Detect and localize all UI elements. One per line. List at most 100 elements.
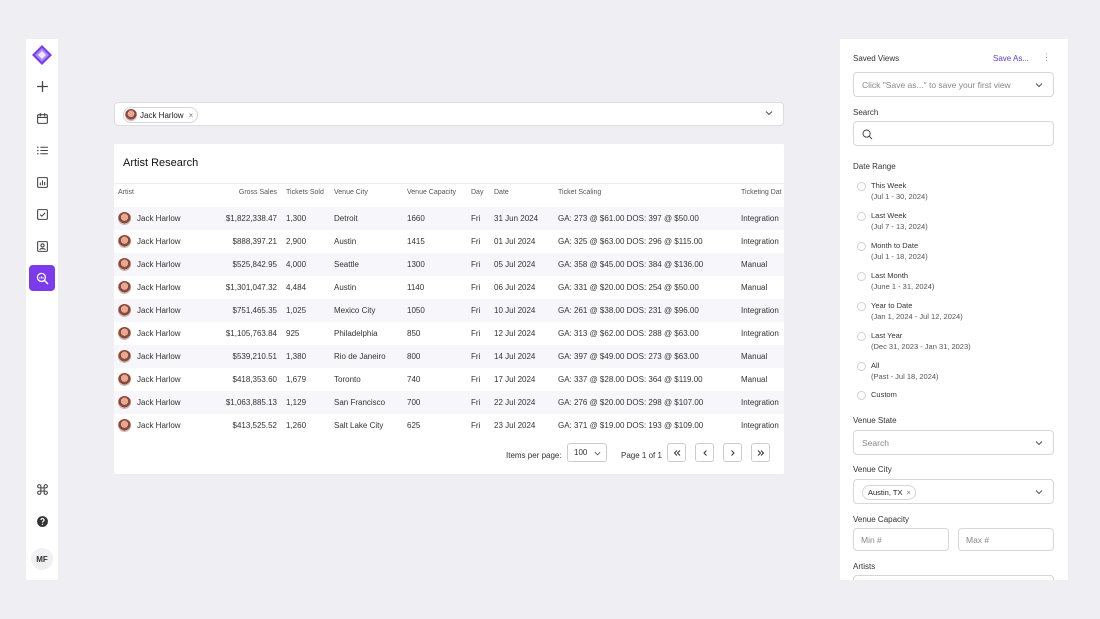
table-row[interactable]: Jack Harlow $525,842.95 4,000 Seattle 1300 Fr… — [114, 253, 784, 276]
table-row[interactable]: Jack Harlow $1,822,338.47 1,300 Detroit 1660… — [114, 207, 784, 230]
saved-views-select[interactable]: Click "Save as..." to save your first vi… — [853, 72, 1054, 97]
remove-chip-icon[interactable]: × — [189, 111, 194, 120]
table-cell: 1140 — [407, 283, 425, 292]
first-page-button[interactable] — [667, 443, 686, 462]
nav-reports-button[interactable] — [29, 169, 55, 195]
min-placeholder: Min # — [861, 535, 882, 545]
date-range-option-title[interactable]: This Week — [871, 181, 906, 190]
col-header[interactable]: Date — [494, 184, 558, 201]
table-row[interactable]: Jack Harlow $1,063,885.13 1,129 San Francis… — [114, 391, 784, 414]
table-row[interactable]: Jack Harlow $418,353.60 1,679 Toronto 740 Fri… — [114, 368, 784, 391]
date-range-option-title[interactable]: Year to Date — [871, 301, 912, 310]
chart-icon — [36, 176, 48, 188]
venue-state-select[interactable]: Search — [853, 430, 1054, 455]
last-page-button[interactable] — [751, 443, 770, 462]
max-capacity-input[interactable]: Max # — [958, 528, 1054, 551]
date-range-radio[interactable] — [857, 362, 866, 371]
date-range-option-title[interactable]: Custom — [871, 390, 897, 399]
min-capacity-input[interactable]: Min # — [853, 528, 949, 551]
date-range-radio[interactable] — [857, 332, 866, 341]
table-cell: Toronto — [334, 375, 361, 384]
col-header[interactable]: Tickets Sold — [286, 184, 334, 201]
col-header[interactable]: Gross Sales — [218, 184, 286, 201]
table-cell: Fri — [471, 299, 494, 322]
user-avatar[interactable]: MF — [31, 548, 53, 570]
col-header[interactable]: Venue Capacity — [407, 184, 471, 201]
nav-add-button[interactable] — [29, 73, 55, 99]
col-header[interactable]: Day — [471, 184, 494, 201]
app-logo-icon[interactable] — [31, 44, 53, 66]
artist-name: Jack Harlow — [137, 306, 181, 315]
nav-command-button[interactable] — [29, 476, 55, 502]
date-range-radio[interactable] — [857, 212, 866, 221]
date-range-radio[interactable] — [857, 272, 866, 281]
card-title: Artist Research — [123, 157, 199, 169]
date-range-option-title[interactable]: Last Year — [871, 331, 902, 340]
artist-avatar — [118, 304, 131, 317]
table-cell: $888,397.21 — [232, 237, 278, 246]
col-header[interactable]: Ticket Scaling — [558, 184, 741, 201]
pagination-bar: Items per page: 100 Page 1 of 1 — [114, 441, 784, 467]
nav-list-button[interactable] — [29, 137, 55, 163]
artist-name: Jack Harlow — [137, 398, 181, 407]
nav-tasks-button[interactable] — [29, 201, 55, 227]
date-range-option-title[interactable]: All — [871, 361, 879, 370]
list-icon — [36, 145, 48, 155]
table-cell: Mexico City — [334, 299, 407, 322]
next-page-button[interactable] — [723, 443, 742, 462]
table-cell: $1,822,338.47 — [218, 207, 286, 230]
table-cell: 1050 — [407, 299, 471, 322]
col-header[interactable]: Venue City — [334, 184, 407, 201]
col-header[interactable]: Artist — [114, 184, 218, 201]
date-range-option-sub: (Past - Jul 18, 2024) — [871, 372, 939, 381]
table-cell: 10 Jul 2024 — [494, 299, 558, 322]
table-row[interactable]: Jack Harlow $539,210.51 1,380 Rio de Janeir… — [114, 345, 784, 368]
table-cell: 06 Jul 2024 — [494, 283, 536, 292]
table-cell: Fri — [471, 283, 481, 292]
artist-name: Jack Harlow — [137, 329, 181, 338]
artist-filter-select[interactable]: Jack Harlow × — [114, 102, 784, 126]
date-range-option-title[interactable]: Last Week — [871, 211, 906, 220]
date-range-radio[interactable] — [857, 242, 866, 251]
table-row[interactable]: Jack Harlow $1,301,047.32 4,484 Austin 1140 F… — [114, 276, 784, 299]
table-row[interactable]: Jack Harlow $413,525.52 1,260 Salt Lake Cit… — [114, 414, 784, 437]
venue-capacity-label: Venue Capacity — [853, 515, 910, 524]
search-input[interactable] — [853, 121, 1054, 146]
table-cell: 740 — [407, 375, 421, 384]
nav-artist-research-button[interactable] — [29, 265, 55, 291]
table-row[interactable]: Jack Harlow $751,465.35 1,025 Mexico City 10… — [114, 299, 784, 322]
table-cell: $539,210.51 — [218, 345, 286, 368]
date-range-option-title[interactable]: Last Month — [871, 271, 908, 280]
table-cell: 1,380 — [286, 345, 334, 368]
table-cell: $525,842.95 — [218, 253, 286, 276]
table-cell: Fri — [471, 237, 481, 246]
chevron-down-icon — [594, 451, 601, 456]
col-header[interactable]: Ticketing Dat — [741, 184, 784, 201]
save-as-link[interactable]: Save As... — [993, 54, 1029, 63]
date-range-radio[interactable] — [857, 391, 866, 400]
table-cell: 700 — [407, 391, 471, 414]
remove-chip-icon[interactable]: × — [906, 488, 910, 497]
table-cell: Integration — [741, 391, 784, 414]
search-label: Search — [853, 108, 879, 117]
table-cell: Fri — [471, 375, 481, 384]
double-chevron-right-icon — [757, 449, 764, 456]
nav-calendar-button[interactable] — [29, 105, 55, 131]
artists-select[interactable] — [853, 575, 1054, 580]
items-per-page-select[interactable]: 100 — [567, 443, 607, 462]
table-row[interactable]: Jack Harlow $1,105,763.84 925 Philadelphia 8… — [114, 322, 784, 345]
nav-help-button[interactable] — [29, 508, 55, 534]
table-cell: Austin — [334, 237, 357, 246]
date-range-option-title[interactable]: Month to Date — [871, 241, 918, 250]
prev-page-button[interactable] — [695, 443, 714, 462]
artist-avatar — [118, 235, 131, 248]
nav-contacts-button[interactable] — [29, 233, 55, 259]
table-cell: GA: 358 @ $45.00 DOS: 384 @ $136.00 — [558, 253, 741, 276]
venue-city-select[interactable]: Austin, TX × — [853, 479, 1054, 504]
chevron-down-icon[interactable] — [765, 109, 773, 117]
table-row[interactable]: Jack Harlow $888,397.21 2,900 Austin 1415 Fri… — [114, 230, 784, 253]
table-cell: Integration — [741, 207, 784, 230]
more-options-icon[interactable]: ⋮ — [1042, 52, 1051, 63]
date-range-radio[interactable] — [857, 302, 866, 311]
date-range-radio[interactable] — [857, 182, 866, 191]
